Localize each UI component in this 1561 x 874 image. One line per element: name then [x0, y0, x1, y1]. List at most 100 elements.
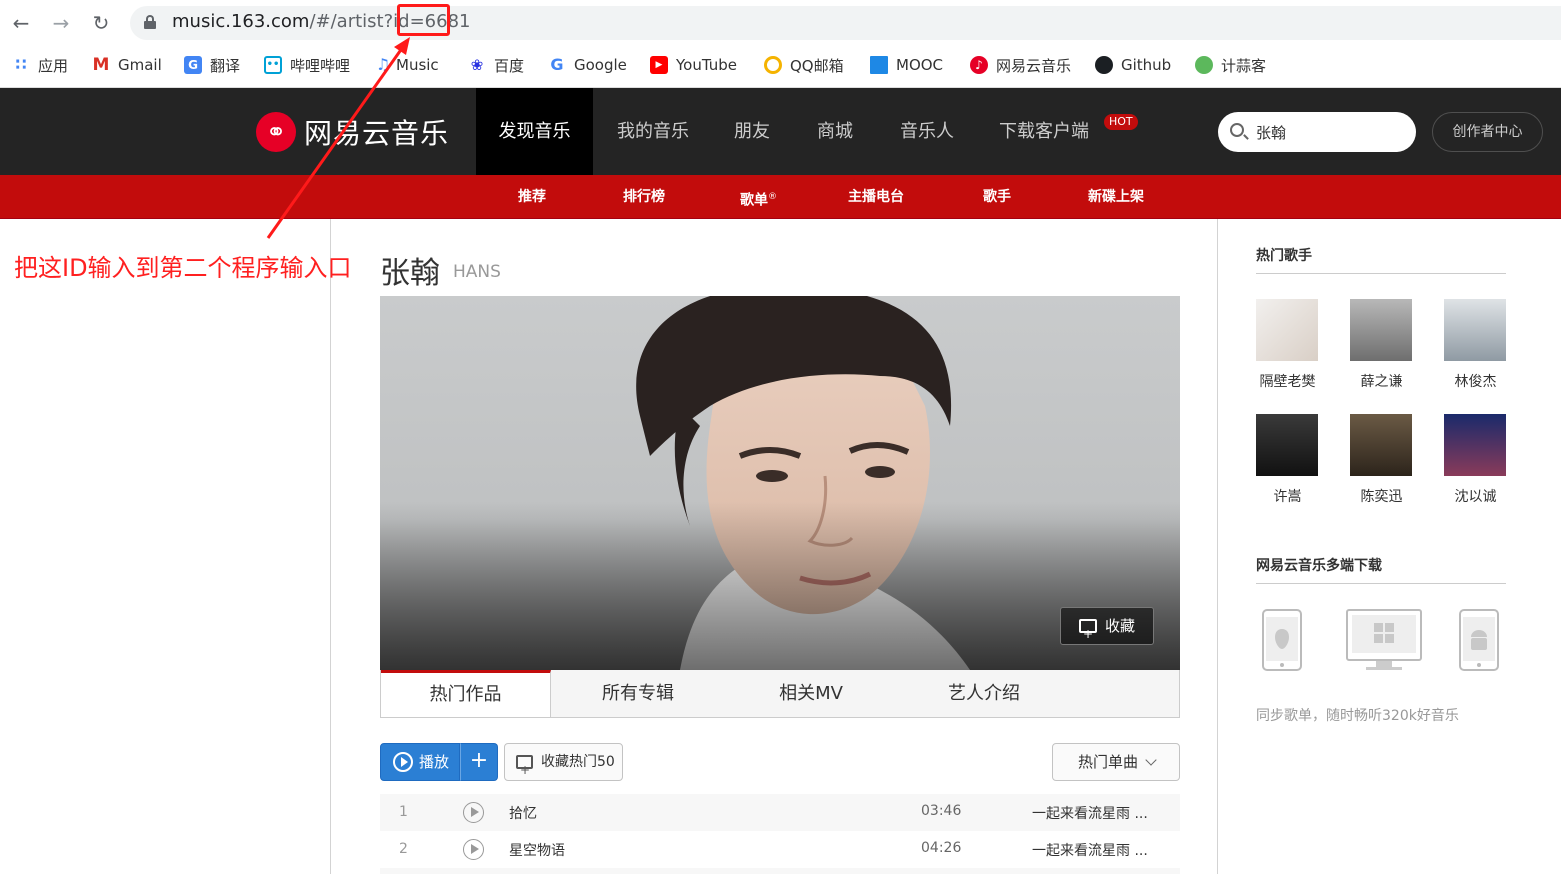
android-download-icon[interactable]: [1459, 609, 1499, 671]
collect-hot50-button[interactable]: 收藏热门50: [504, 743, 623, 788]
bookmark-translate[interactable]: G 翻译: [184, 54, 240, 76]
address-bar[interactable]: music.163.com/#/artist?id=6681: [130, 6, 1561, 40]
site-logo[interactable]: ⚭ 网易云音乐: [256, 112, 449, 152]
singer-avatar[interactable]: [1444, 414, 1506, 476]
singer-card[interactable]: 许嵩: [1256, 414, 1319, 506]
singer-name[interactable]: 陈奕迅: [1350, 486, 1413, 506]
lock-icon: [144, 15, 156, 29]
singer-name[interactable]: 隔壁老樊: [1256, 371, 1319, 391]
folder-add-icon: [516, 752, 533, 788]
search-box[interactable]: [1218, 112, 1416, 152]
bookmark-gmail[interactable]: M Gmail: [92, 54, 162, 76]
song-album[interactable]: 一起来看流星雨 ...: [1032, 840, 1162, 860]
singer-name[interactable]: 薛之谦: [1350, 371, 1413, 391]
subnav-charts[interactable]: 排行榜: [623, 175, 665, 219]
nav-store[interactable]: 商城: [804, 88, 866, 175]
add-to-playlist-button[interactable]: +: [460, 743, 498, 781]
netease-logo-icon: ⚭: [256, 112, 296, 152]
singer-name[interactable]: 林俊杰: [1444, 371, 1507, 391]
singer-avatar[interactable]: [1444, 299, 1506, 361]
right-column-divider: [1217, 219, 1218, 874]
bookmark-label: 翻译: [210, 56, 241, 75]
nav-friends[interactable]: 朋友: [722, 88, 782, 175]
song-album[interactable]: 一起来看流星雨 ...: [1032, 803, 1162, 823]
singer-avatar[interactable]: [1350, 414, 1412, 476]
collect-label: 收藏热门50: [541, 754, 615, 770]
bookmark-github[interactable]: Github: [1095, 54, 1171, 76]
tab-hot-works[interactable]: 热门作品: [381, 670, 551, 717]
url-host: music.163.com: [172, 11, 310, 32]
bookmark-baidu[interactable]: ❀ 百度: [468, 54, 524, 76]
singer-name[interactable]: 沈以诚: [1444, 486, 1507, 506]
bookmark-google[interactable]: G Google: [548, 54, 626, 76]
singer-card[interactable]: 隔壁老樊: [1256, 299, 1319, 391]
bookmark-jisuanke[interactable]: 计蒜客: [1195, 54, 1266, 76]
youtube-icon: ▶: [650, 56, 668, 74]
search-input[interactable]: [1256, 121, 1406, 143]
singer-card[interactable]: 林俊杰: [1444, 299, 1507, 391]
iphone-download-icon[interactable]: [1262, 609, 1302, 671]
forward-arrow-icon[interactable]: →: [49, 11, 73, 35]
tab-artist-intro[interactable]: 艺人介绍: [899, 670, 1069, 717]
bookmark-bilibili[interactable]: •• 哔哩哔哩: [264, 54, 350, 76]
bookmark-qqmail[interactable]: QQ邮箱: [764, 54, 844, 76]
song-row[interactable]: 2 星空物语 04:26 一起来看流星雨 ...: [380, 831, 1180, 868]
search-icon: [1230, 123, 1244, 137]
singer-name[interactable]: 许嵩: [1256, 486, 1319, 506]
bookmark-music[interactable]: ♫ Music: [374, 54, 439, 76]
bookmark-apps[interactable]: ∷ 应用: [12, 54, 68, 76]
subnav-radio[interactable]: 主播电台: [848, 175, 904, 219]
bookmark-label: 计蒜客: [1221, 56, 1267, 75]
baidu-paw-icon: ❀: [470, 56, 484, 74]
tab-related-mv[interactable]: 相关MV: [726, 670, 896, 717]
song-title[interactable]: 星空物语: [509, 840, 565, 860]
play-circle-icon: [393, 752, 413, 772]
subnav-playlists[interactable]: 歌单®: [740, 175, 777, 219]
singer-card[interactable]: 陈奕迅: [1350, 414, 1413, 506]
bookmark-youtube[interactable]: ▶ YouTube: [650, 54, 737, 76]
nav-download-client[interactable]: 下载客户端: [988, 88, 1100, 175]
bookmark-label: Github: [1121, 56, 1172, 74]
creator-center-button[interactable]: 创作者中心: [1432, 112, 1543, 152]
singer-card[interactable]: 沈以诚: [1444, 414, 1507, 506]
nav-discover-music[interactable]: 发现音乐: [476, 88, 593, 175]
artist-tabs: 热门作品 所有专辑 相关MV 艺人介绍: [380, 670, 1180, 718]
song-title[interactable]: 拾忆: [509, 803, 537, 823]
song-sort-dropdown[interactable]: 热门单曲: [1052, 743, 1180, 781]
gmail-icon: M: [92, 55, 110, 75]
download-title: 网易云音乐多端下载: [1256, 558, 1382, 574]
play-icon[interactable]: [463, 802, 484, 823]
divider: [1256, 273, 1506, 274]
subnav-new-albums[interactable]: 新碟上架: [1088, 175, 1144, 219]
subnav-artists[interactable]: 歌手: [983, 175, 1011, 219]
bookmark-label: Music: [396, 56, 439, 74]
reload-icon[interactable]: ↻: [89, 11, 113, 35]
singer-card[interactable]: 薛之谦: [1350, 299, 1413, 391]
singer-avatar[interactable]: [1350, 299, 1412, 361]
favorite-label: 收藏: [1104, 617, 1135, 635]
tab-all-albums[interactable]: 所有专辑: [553, 670, 723, 717]
song-row[interactable]: 1 拾忆 03:46 一起来看流星雨 ...: [380, 794, 1180, 831]
song-index: 1: [399, 804, 408, 820]
sub-navigation: 推荐 排行榜 歌单® 主播电台 歌手 新碟上架: [0, 175, 1561, 219]
chevron-down-icon: [1145, 754, 1157, 766]
pc-download-icon[interactable]: [1346, 609, 1422, 671]
nav-my-music[interactable]: 我的音乐: [605, 88, 701, 175]
translate-icon: G: [184, 56, 202, 74]
bookmark-netease-music[interactable]: ♪ 网易云音乐: [970, 54, 1071, 76]
singer-avatar[interactable]: [1256, 414, 1318, 476]
nav-musician[interactable]: 音乐人: [888, 88, 966, 175]
hot-badge: HOT: [1104, 114, 1138, 130]
subnav-recommend[interactable]: 推荐: [518, 175, 546, 219]
artist-photo: 收藏: [380, 296, 1180, 670]
play-all-button[interactable]: 播放: [380, 743, 460, 781]
bilibili-icon: ••: [264, 56, 282, 74]
play-icon[interactable]: [463, 839, 484, 860]
bookmark-mooc[interactable]: MOOC: [870, 54, 943, 76]
qqmail-icon: [764, 56, 782, 74]
sort-label: 热门单曲: [1078, 753, 1139, 771]
back-arrow-icon[interactable]: ←: [9, 11, 33, 35]
github-icon: [1095, 56, 1113, 74]
singer-avatar[interactable]: [1256, 299, 1318, 361]
favorite-artist-button[interactable]: 收藏: [1060, 607, 1154, 652]
